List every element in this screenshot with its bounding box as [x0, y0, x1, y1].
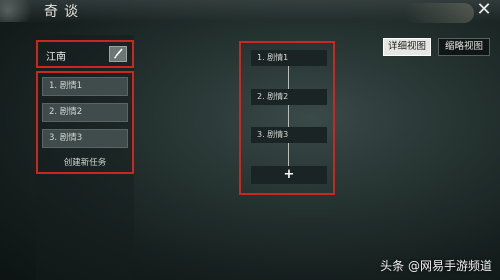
task-item-1[interactable]: 1. 剧情1	[42, 77, 128, 96]
task-list: 1. 剧情1 2. 剧情2 3. 剧情3 创建新任务	[36, 71, 134, 174]
flow-connector	[288, 57, 289, 175]
flow-node-3[interactable]: 3. 剧情3	[251, 127, 327, 143]
add-node-button[interactable]: +	[251, 166, 327, 184]
brush-icon	[114, 48, 123, 59]
story-flow-panel: 1. 剧情1 2. 剧情2 3. 剧情3 +	[239, 41, 335, 195]
page-title: 奇谈	[44, 4, 84, 20]
thumbnail-view-button[interactable]: 缩略视图	[438, 38, 490, 56]
flow-node-1[interactable]: 1. 剧情1	[251, 50, 327, 66]
region-selector[interactable]: 江南	[36, 40, 134, 68]
edit-button[interactable]	[109, 46, 127, 62]
title-ornament	[0, 0, 40, 22]
close-button[interactable]: ✕	[474, 0, 494, 20]
task-item-2[interactable]: 2. 剧情2	[42, 103, 128, 122]
close-icon: ✕	[476, 0, 492, 20]
region-name: 江南	[46, 52, 66, 63]
title-bar: 奇谈 ✕	[0, 0, 500, 23]
title-decoration	[404, 3, 474, 23]
detail-view-button[interactable]: 详细视图	[383, 38, 431, 56]
create-task-button[interactable]: 创建新任务	[42, 156, 128, 171]
flow-node-2[interactable]: 2. 剧情2	[251, 89, 327, 105]
watermark: 头条 @网易手游频道	[380, 259, 492, 273]
task-item-3[interactable]: 3. 剧情3	[42, 129, 128, 148]
